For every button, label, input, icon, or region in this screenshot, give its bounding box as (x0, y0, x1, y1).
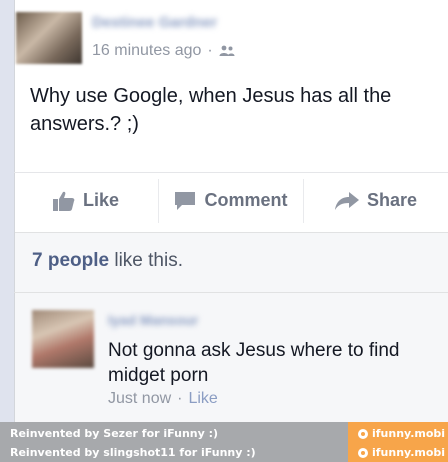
likes-suffix: like this. (109, 250, 183, 271)
credit-line-1: Reinvented by Sezer for iFunny :) (10, 427, 219, 440)
author-avatar[interactable] (16, 12, 82, 64)
commenter-avatar[interactable] (32, 310, 94, 368)
brand-text-1: ifunny.mobi (372, 427, 446, 440)
comment-label: Comment (204, 190, 288, 210)
comments-divider (14, 292, 448, 293)
ifunny-logo-icon (358, 447, 368, 458)
commenter-name[interactable]: Iyad Mansour (108, 312, 248, 328)
likes-count-link[interactable]: 7 people (32, 250, 109, 271)
brand-text-2: ifunny.mobi (372, 446, 446, 459)
like-label: Like (82, 190, 120, 210)
share-button[interactable]: Share (304, 179, 448, 223)
credit-line-2: Reinvented by slingshot11 for iFunny :) (10, 446, 256, 459)
watermark-bar: Reinvented by Sezer for iFunny :) Reinve… (0, 422, 448, 462)
share-label: Share (366, 190, 418, 210)
like-button[interactable]: Like (14, 178, 159, 223)
comment-meta-separator: · (177, 390, 183, 407)
post-timestamp[interactable]: 16 minutes ago (92, 42, 201, 60)
thumbs-up-icon (52, 191, 75, 211)
ifunny-logo-icon (358, 428, 368, 439)
brand-box: ifunny.mobi ifunny.mobi (348, 422, 448, 462)
post-meta: 16 minutes ago · (92, 42, 235, 60)
comment-text: Not gonna ask Jesus where to find midget… (108, 340, 400, 386)
author-name[interactable]: Destinee Gardner (92, 14, 252, 32)
comment-button[interactable]: Comment (159, 178, 304, 223)
brand-line-2: ifunny.mobi (358, 446, 445, 459)
comment-timestamp[interactable]: Just now (108, 390, 171, 408)
comment-like-link[interactable]: Like (188, 390, 217, 408)
brand-line-1: ifunny.mobi (358, 427, 445, 440)
comment-icon (175, 191, 196, 210)
friends-icon[interactable] (219, 45, 235, 57)
meta-separator: · (207, 42, 213, 59)
comment-meta: Just now · Like (108, 390, 218, 408)
post-actions-bar: Like Comment Share (14, 172, 448, 228)
share-arrow-icon (334, 191, 359, 210)
post-text: Why use Google, when Jesus has all the a… (30, 85, 392, 135)
likes-summary: 7 people like this. (32, 250, 183, 272)
